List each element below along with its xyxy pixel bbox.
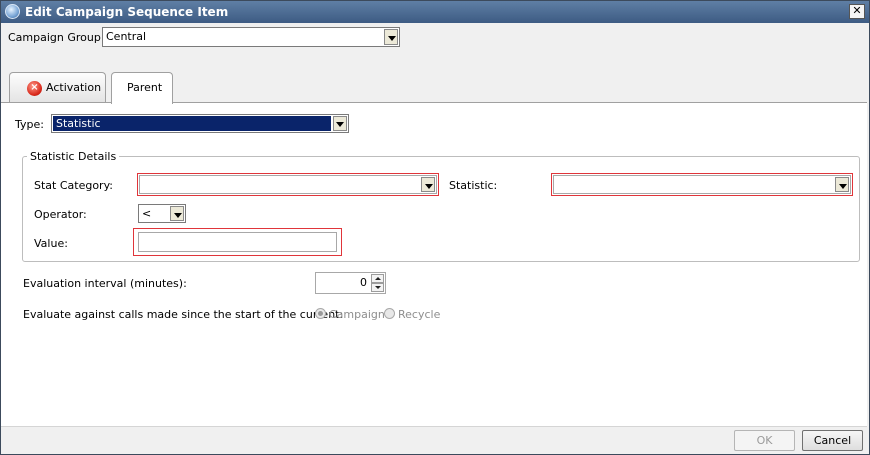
operator-value: < — [142, 207, 152, 220]
value-input[interactable] — [138, 232, 337, 252]
chevron-down-icon[interactable] — [170, 206, 184, 221]
tab-parent[interactable]: Parent — [111, 72, 173, 104]
campaign-group-select[interactable]: Central — [102, 27, 400, 47]
app-globe-icon — [5, 4, 20, 19]
campaign-group-label: Campaign Group: — [8, 31, 105, 44]
cancel-button[interactable]: Cancel — [802, 430, 863, 451]
dialog-window: Edit Campaign Sequence Item ✕ Campaign G… — [0, 0, 870, 455]
campaign-radio-label: Campaign — [329, 308, 385, 321]
type-selected-value: Statistic — [53, 116, 331, 131]
chevron-down-icon[interactable] — [835, 177, 849, 192]
tab-panel — [1, 102, 867, 427]
operator-select[interactable]: < — [138, 204, 186, 223]
value-label: Value: — [34, 237, 68, 250]
statistic-details-legend: Statistic Details — [27, 150, 120, 163]
type-label: Type: — [15, 118, 44, 131]
type-select[interactable]: Statistic — [51, 114, 349, 133]
tab-activation[interactable]: × Activation — [9, 72, 106, 103]
chevron-down-icon[interactable] — [333, 116, 347, 131]
close-button[interactable]: ✕ — [849, 4, 865, 19]
spin-up-icon[interactable] — [371, 274, 384, 283]
stat-category-select[interactable] — [139, 175, 437, 194]
stat-category-label: Stat Category: — [34, 179, 113, 192]
campaign-group-value: Central — [106, 30, 147, 43]
error-icon: × — [27, 81, 42, 96]
dialog-footer: OK Cancel — [1, 426, 867, 454]
title-bar[interactable]: Edit Campaign Sequence Item ✕ — [1, 1, 869, 23]
campaign-radio[interactable] — [315, 308, 326, 319]
value-validation — [133, 228, 342, 256]
evaluation-interval-spinner[interactable]: 0 — [315, 272, 386, 294]
evaluate-against-label: Evaluate against calls made since the st… — [23, 308, 344, 321]
evaluation-interval-value: 0 — [360, 276, 367, 289]
tab-parent-label: Parent — [127, 81, 163, 94]
ok-button[interactable]: OK — [734, 430, 795, 451]
statistic-validation — [551, 173, 853, 196]
chevron-down-icon[interactable] — [384, 29, 398, 45]
evaluation-interval-label: Evaluation interval (minutes): — [23, 277, 187, 290]
spin-down-icon[interactable] — [371, 283, 384, 292]
statistic-label: Statistic: — [449, 179, 498, 192]
chevron-down-icon[interactable] — [421, 177, 435, 192]
operator-label: Operator: — [34, 208, 87, 221]
stat-category-validation — [137, 173, 439, 196]
window-title: Edit Campaign Sequence Item — [25, 5, 229, 19]
statistic-select[interactable] — [553, 175, 851, 194]
recycle-radio-label: Recycle — [398, 308, 441, 321]
tab-activation-label: Activation — [46, 81, 102, 94]
recycle-radio[interactable] — [384, 308, 395, 319]
